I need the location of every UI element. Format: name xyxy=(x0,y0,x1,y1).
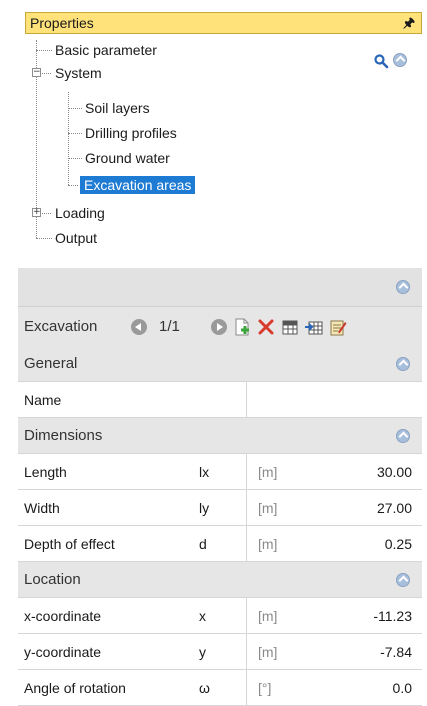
collapse-icon[interactable] xyxy=(393,53,407,67)
row-name: Angle of rotation xyxy=(24,680,126,696)
table-icon[interactable] xyxy=(281,318,299,336)
edit-icon[interactable] xyxy=(329,318,347,336)
row-symbol: d xyxy=(199,536,207,552)
section-title: General xyxy=(24,355,78,372)
length-value[interactable]: 30.00 xyxy=(377,464,412,480)
width-value[interactable]: 27.00 xyxy=(377,500,412,516)
row-unit: [m] xyxy=(258,500,278,516)
previous-icon[interactable] xyxy=(131,319,147,335)
section-dimensions[interactable]: Dimensions xyxy=(18,418,422,454)
y-coordinate-value[interactable]: -7.84 xyxy=(380,644,412,660)
property-grid: General Name Dimensions Length lx [m] 30… xyxy=(18,346,422,706)
row-symbol: ω xyxy=(199,680,210,696)
table-row[interactable]: x-coordinate x [m] -11.23 xyxy=(18,598,422,634)
table-row[interactable]: Angle of rotation ω [°] 0.0 xyxy=(18,670,422,706)
row-symbol: lx xyxy=(199,464,210,480)
search-icon[interactable] xyxy=(373,53,389,69)
panel-header xyxy=(18,268,422,306)
x-coordinate-value[interactable]: -11.23 xyxy=(373,608,412,624)
rotation-value[interactable]: 0.0 xyxy=(393,680,412,696)
row-name: Depth of effect xyxy=(24,536,115,552)
row-unit: [m] xyxy=(258,536,278,552)
tree-item-drilling-profiles[interactable]: Drilling profiles xyxy=(85,124,177,142)
tree-item-basic-parameter[interactable]: Basic parameter xyxy=(55,41,157,59)
row-unit: [m] xyxy=(258,464,278,480)
table-row[interactable]: Width ly [m] 27.00 xyxy=(18,490,422,526)
tree-item-output[interactable]: Output xyxy=(55,229,97,247)
row-name: Width xyxy=(24,500,60,516)
row-symbol: ly xyxy=(199,500,210,516)
pin-icon[interactable]: 🖈 xyxy=(403,14,415,36)
row-symbol: x xyxy=(199,608,206,624)
tree-item-soil-layers[interactable]: Soil layers xyxy=(85,99,150,117)
section-location[interactable]: Location xyxy=(18,562,422,598)
row-name: y-coordinate xyxy=(24,644,102,660)
collapse-section-icon[interactable] xyxy=(396,573,410,587)
tree-item-loading[interactable]: Loading xyxy=(55,204,105,222)
tree-item-ground-water[interactable]: Ground water xyxy=(85,149,170,167)
collapse-toggle-system[interactable]: − xyxy=(32,68,41,77)
row-symbol: y xyxy=(199,644,206,660)
tree-connector xyxy=(68,92,69,185)
collapse-section-icon[interactable] xyxy=(396,429,410,443)
table-row[interactable]: Depth of effect d [m] 0.25 xyxy=(18,526,422,562)
next-icon[interactable] xyxy=(211,319,227,335)
row-name: Length xyxy=(24,464,67,480)
table-row[interactable]: y-coordinate y [m] -7.84 xyxy=(18,634,422,670)
table-row[interactable]: Length lx [m] 30.00 xyxy=(18,454,422,490)
section-title: Dimensions xyxy=(24,427,103,444)
delete-icon[interactable] xyxy=(257,318,275,336)
depth-value[interactable]: 0.25 xyxy=(385,536,412,552)
expand-toggle-loading[interactable]: + xyxy=(32,208,41,217)
excavation-toolbar: Excavation 1/1 xyxy=(18,306,422,347)
table-import-icon[interactable] xyxy=(305,318,323,336)
tree-item-excavation-areas[interactable]: Excavation areas xyxy=(80,176,196,194)
row-name: x-coordinate xyxy=(24,608,102,624)
row-name: Name xyxy=(24,392,62,408)
collapse-section-icon[interactable] xyxy=(396,357,410,371)
row-unit: [m] xyxy=(258,608,278,624)
navigation-tree: Basic parameter − System Soil layers Dri… xyxy=(25,40,422,260)
page-indicator: 1/1 xyxy=(159,318,180,335)
tree-item-system[interactable]: System xyxy=(55,64,102,82)
table-row[interactable]: Name xyxy=(18,382,422,418)
toolbar-label: Excavation xyxy=(24,318,98,335)
row-unit: [°] xyxy=(258,680,272,696)
add-icon[interactable] xyxy=(233,318,251,336)
properties-title: Properties xyxy=(30,15,94,31)
properties-header: Properties 🖈 xyxy=(25,12,422,34)
section-general[interactable]: General xyxy=(18,346,422,382)
row-unit: [m] xyxy=(258,644,278,660)
collapse-panel-icon[interactable] xyxy=(396,280,410,294)
section-title: Location xyxy=(24,571,81,588)
